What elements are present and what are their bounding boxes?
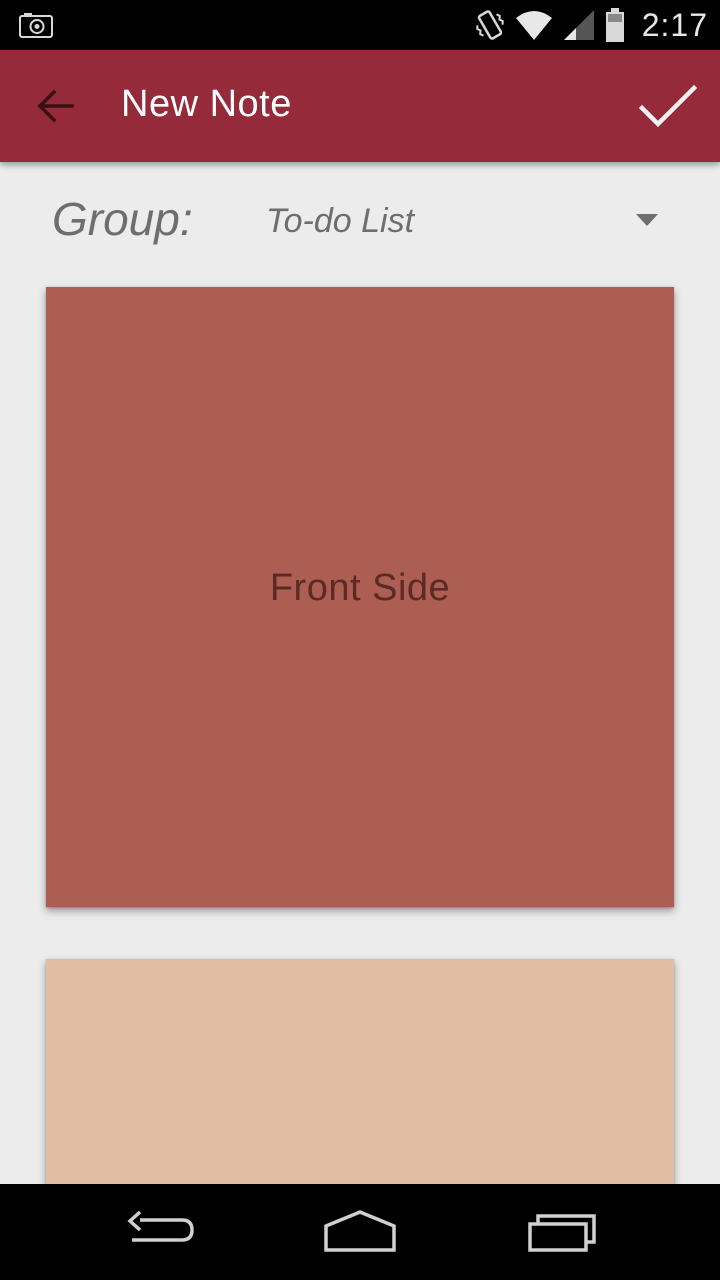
signal-icon (563, 10, 594, 40)
group-dropdown[interactable]: To-do List (262, 196, 672, 252)
back-side-card[interactable] (46, 959, 674, 1219)
group-selected-value: To-do List (266, 202, 415, 240)
battery-icon (605, 8, 624, 42)
page-title: New Note (121, 83, 292, 125)
camera-icon (19, 13, 53, 38)
check-icon[interactable] (636, 76, 700, 136)
group-label: Group: (52, 193, 193, 245)
nav-recents-icon[interactable] (522, 1202, 602, 1262)
dropdown-arrow-icon (636, 214, 658, 226)
nav-home-icon[interactable] (320, 1202, 400, 1262)
front-side-label: Front Side (269, 567, 451, 609)
navigation-bar (0, 1184, 720, 1280)
vibrate-icon (475, 10, 504, 40)
group-row: Group: To-do List (0, 162, 720, 274)
front-side-card[interactable]: Front Side (46, 287, 674, 907)
screen: 2:17 New Note Group: To-do List Front Si… (0, 0, 720, 1280)
app-bar: New Note (0, 50, 720, 162)
status-icons: 2:17 (474, 0, 708, 50)
arrow-back-icon[interactable] (26, 76, 86, 136)
wifi-icon (515, 11, 552, 40)
status-bar: 2:17 (0, 0, 720, 50)
nav-back-icon[interactable] (120, 1202, 200, 1262)
clock: 2:17 (641, 6, 708, 43)
